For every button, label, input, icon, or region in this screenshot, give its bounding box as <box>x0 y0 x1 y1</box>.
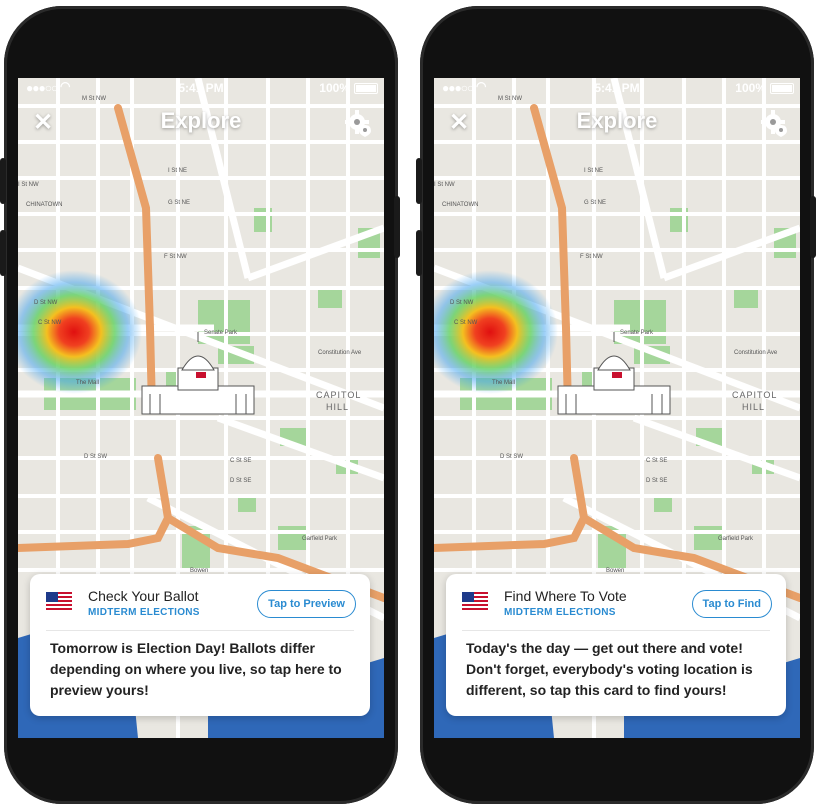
volume-down-button <box>416 230 422 276</box>
status-bar: ●●●○○ ◠ 5:41 PM 100% <box>18 78 384 98</box>
svg-text:HILL: HILL <box>326 402 349 412</box>
svg-text:I St NE: I St NE <box>584 168 603 174</box>
svg-text:F St NW: F St NW <box>164 254 187 260</box>
svg-text:D St SW: D St SW <box>500 454 523 460</box>
svg-text:D St SE: D St SE <box>230 478 251 484</box>
divider <box>462 630 770 631</box>
divider <box>46 630 354 631</box>
tap-to-find-button[interactable]: Tap to Find <box>691 590 772 618</box>
battery-icon <box>770 83 794 94</box>
svg-text:I St NE: I St NE <box>168 168 187 174</box>
svg-text:C St SE: C St SE <box>230 458 251 464</box>
svg-text:C St NW: C St NW <box>38 320 62 326</box>
page-title: Explore <box>160 108 242 133</box>
svg-text:HILL: HILL <box>742 402 765 412</box>
svg-text:CHINATOWN: CHINATOWN <box>442 202 478 208</box>
screen: M St NW I St NW CHINATOWN G St NE I St NE … <box>18 78 384 738</box>
card-subtitle: MIDTERM ELECTIONS <box>504 607 616 618</box>
svg-text:The Mall: The Mall <box>492 380 515 386</box>
card-body: Tomorrow is Election Day! Ballots differ… <box>50 640 342 698</box>
svg-text:Constitution Ave: Constitution Ave <box>734 350 778 356</box>
svg-text:C St NW: C St NW <box>454 320 478 326</box>
battery-percent: 100% <box>319 81 350 95</box>
card-subtitle: MIDTERM ELECTIONS <box>88 607 200 618</box>
card-body: Today's the day — get out there and vote… <box>466 640 753 698</box>
svg-text:I St NW: I St NW <box>18 182 39 188</box>
gear-icon[interactable] <box>760 109 788 137</box>
svg-text:G St NE: G St NE <box>584 200 606 206</box>
power-button <box>810 196 816 258</box>
battery-icon <box>354 83 378 94</box>
screen: M St NW I St NW CHINATOWN G St NE I St NE … <box>434 78 800 738</box>
phone-right: M St NW I St NW CHINATOWN G St NE I St NE … <box>416 6 816 804</box>
svg-text:D St SE: D St SE <box>646 478 667 484</box>
svg-text:G St NE: G St NE <box>168 200 190 206</box>
card-title: Check Your Ballot <box>88 588 199 604</box>
svg-text:D St NW: D St NW <box>450 300 474 306</box>
svg-text:I St NW: I St NW <box>434 182 455 188</box>
svg-text:Senate Park: Senate Park <box>204 330 238 336</box>
header: ✕ Explore <box>18 104 384 144</box>
header: ✕ Explore <box>434 104 800 144</box>
volume-down-button <box>0 230 6 276</box>
status-bar: ●●●○○ ◠ 5:41 PM 100% <box>434 78 800 98</box>
svg-text:F St NW: F St NW <box>580 254 603 260</box>
card-title: Find Where To Vote <box>504 588 627 604</box>
svg-text:Senate Park: Senate Park <box>620 330 654 336</box>
svg-text:Garfield Park: Garfield Park <box>302 536 338 542</box>
svg-text:CAPITOL: CAPITOL <box>732 390 777 400</box>
svg-text:The Mall: The Mall <box>76 380 99 386</box>
battery-percent: 100% <box>735 81 766 95</box>
volume-up-button <box>416 158 422 204</box>
power-button <box>394 196 400 258</box>
svg-text:Constitution Ave: Constitution Ave <box>318 350 362 356</box>
election-card[interactable]: Check Your Ballot MIDTERM ELECTIONS Tap … <box>30 574 370 716</box>
svg-text:CHINATOWN: CHINATOWN <box>26 202 62 208</box>
election-card[interactable]: Find Where To Vote MIDTERM ELECTIONS Tap… <box>446 574 786 716</box>
page-title: Explore <box>576 108 658 133</box>
phone-left: M St NW I St NW CHINATOWN G St NE I St NE … <box>0 6 400 804</box>
gear-icon[interactable] <box>344 109 372 137</box>
us-flag-icon <box>46 592 72 610</box>
volume-up-button <box>0 158 6 204</box>
svg-text:C St SE: C St SE <box>646 458 667 464</box>
us-flag-icon <box>462 592 488 610</box>
tap-to-preview-button[interactable]: Tap to Preview <box>257 590 356 618</box>
svg-text:Garfield Park: Garfield Park <box>718 536 754 542</box>
svg-text:D St NW: D St NW <box>34 300 58 306</box>
svg-text:D St SW: D St SW <box>84 454 107 460</box>
svg-text:CAPITOL: CAPITOL <box>316 390 361 400</box>
